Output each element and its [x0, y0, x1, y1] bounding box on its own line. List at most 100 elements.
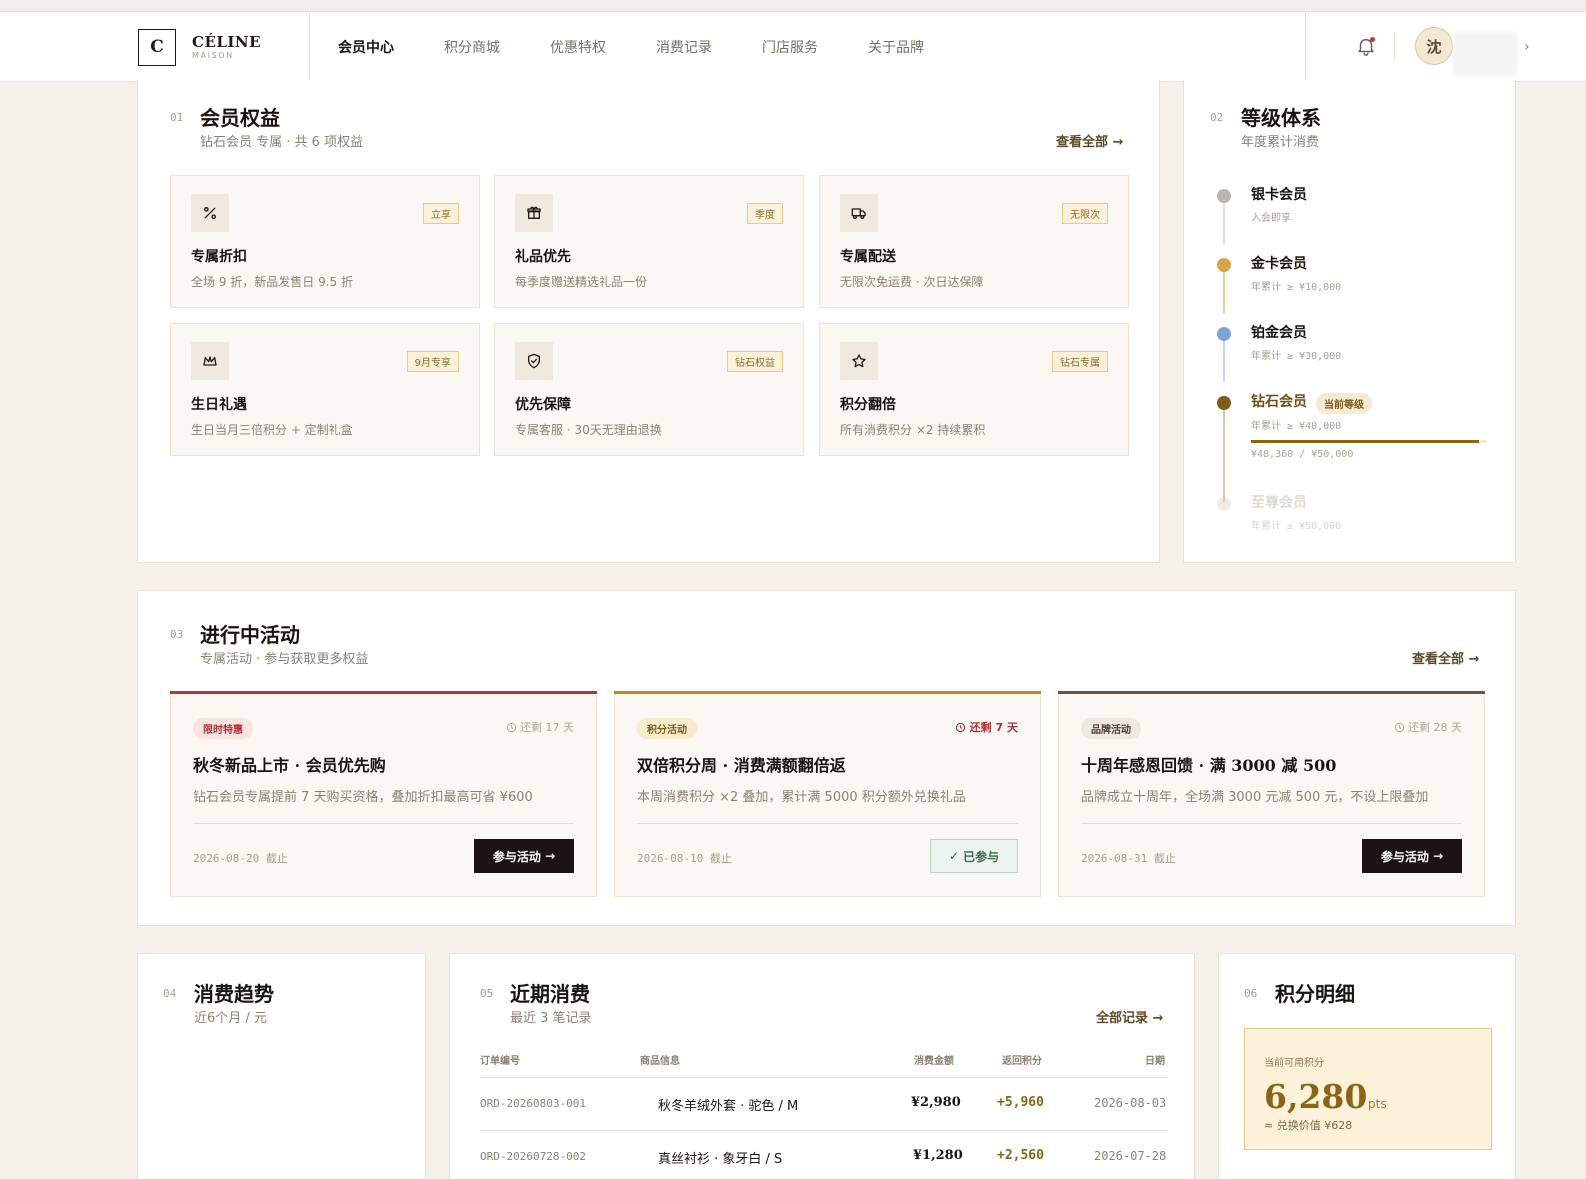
view-all-link[interactable]: 查看全部 → [1412, 648, 1479, 667]
view-all-label: 查看全部 [1056, 135, 1109, 150]
tier-requirement: 年累计 ≥ ¥50,000 [1251, 521, 1342, 532]
benefit-title: 专属折扣 [191, 249, 247, 265]
trend-card: 04 消费趋势 近6个月 / 元 [137, 953, 426, 1179]
tier-name: 金卡会员 [1251, 256, 1307, 272]
benefit-badge: 季度 [747, 203, 783, 224]
avatar[interactable]: 沈 [1415, 27, 1453, 65]
view-all-records-link[interactable]: 全部记录 → [1096, 1007, 1163, 1026]
order-date: 2026-07-28 [1094, 1149, 1167, 1163]
nav-item-points-mall[interactable]: 积分商城 [444, 37, 500, 57]
benefit-desc: 生日当月三倍积分 + 定制礼盒 [191, 423, 353, 437]
points-label: 当前可用积分 [1264, 1058, 1324, 1069]
nav-item-privileges[interactable]: 优惠特权 [550, 37, 606, 57]
chevron-right-icon[interactable]: › [1524, 39, 1530, 55]
view-all-label: 全部记录 [1096, 1011, 1149, 1026]
product-info: 秋冬羊绒外套 · 驼色 / M [658, 1099, 799, 1114]
points-card: 06 积分明细 当前可用积分 6,280 pts ≈ 兑换价值 ¥628 [1218, 953, 1516, 1179]
benefit-tile[interactable]: 钻石权益 优先保障 专属客服 · 30天无理由退换 [494, 323, 804, 456]
benefit-tile[interactable]: 立享 专属折扣 全场 9 折，新品发售日 9.5 折 [170, 175, 480, 308]
points-exchange-value: ≈ 兑换价值 ¥628 [1264, 1119, 1353, 1132]
section-title: 消费趋势 [194, 982, 274, 1006]
button-label: 参与活动 [492, 849, 541, 864]
benefit-title: 生日礼遇 [191, 397, 247, 413]
brand-logo[interactable]: C CÉLINE MAISON [138, 28, 261, 66]
join-activity-button[interactable]: 参与活动 → [1362, 839, 1462, 873]
activity-divider [193, 823, 574, 824]
time-left-text: 还剩 7 天 [969, 721, 1018, 734]
top-header: C CÉLINE MAISON 会员中心 积分商城 优惠特权 消费记录 门店服务… [0, 12, 1586, 82]
benefit-desc: 所有消费积分 ×2 持续累积 [840, 423, 986, 437]
clock-icon [1394, 722, 1404, 732]
benefits-card: 01 会员权益 钻石会员 专属 · 共 6 项权益 查看全部 → 立享 专属折扣… [137, 80, 1160, 563]
join-activity-button[interactable]: 参与活动 → [474, 839, 574, 873]
section-subtitle: 专属活动 · 参与获取更多权益 [200, 652, 369, 667]
tier-name: 铂金会员 [1251, 325, 1307, 341]
order-id: ORD-20260728-002 [480, 1150, 586, 1163]
header-divider [309, 12, 310, 82]
activity-divider [637, 823, 1018, 824]
section-title: 等级体系 [1241, 106, 1321, 130]
benefit-badge: 无限次 [1062, 203, 1108, 224]
activity-card[interactable]: 积分活动 还剩 7 天 双倍积分周 · 消费满额翻倍返 本周消费积分 ×2 叠加… [614, 691, 1041, 897]
tier-progress-bar [1251, 440, 1487, 443]
activity-time-left: 还剩 28 天 [1394, 719, 1462, 735]
section-number: 01 [170, 111, 184, 124]
points-unit: pts [1368, 1097, 1387, 1111]
joined-button[interactable]: ✓ 已参与 [930, 839, 1018, 873]
benefit-tile[interactable]: 无限次 专属配送 无限次免运费 · 次日达保障 [819, 175, 1129, 308]
nav-item-about-brand[interactable]: 关于品牌 [868, 37, 924, 57]
nav-item-store-service[interactable]: 门店服务 [762, 37, 818, 57]
nav-item-member-center[interactable]: 会员中心 [338, 37, 394, 57]
order-id: ORD-20260803-001 [480, 1097, 586, 1110]
arrow-right-icon: → [545, 849, 556, 863]
header-divider [1394, 32, 1395, 60]
activity-desc: 钻石会员专属提前 7 天购买资格，叠加折扣最高可省 ¥600 [193, 790, 533, 805]
tiers-card: 02 等级体系 年度累计消费 银卡会员 入会即享 金卡会员 年累计 ≥ ¥10,… [1183, 80, 1516, 563]
section-subtitle: 近6个月 / 元 [194, 1011, 267, 1026]
percent-icon [191, 194, 229, 232]
activity-tag: 积分活动 [637, 718, 697, 739]
user-name-blurred [1453, 32, 1518, 76]
activity-deadline: 2026-08-20 截止 [193, 852, 288, 865]
benefit-desc: 每季度赠送精选礼品一份 [515, 275, 648, 289]
gift-icon [515, 194, 553, 232]
points-earned: +5,960 [997, 1095, 1044, 1110]
activity-card[interactable]: 品牌活动 还剩 28 天 十周年感恩回馈 · 满 3000 减 500 品牌成立… [1058, 691, 1485, 897]
main-nav: 会员中心 积分商城 优惠特权 消费记录 门店服务 关于品牌 [338, 12, 974, 82]
section-number: 06 [1244, 987, 1258, 1000]
benefit-badge: 钻石专属 [1052, 351, 1108, 372]
section-subtitle: 年度累计消费 [1241, 135, 1320, 150]
column-header: 消费金额 [914, 1056, 954, 1067]
bell-icon[interactable] [1355, 35, 1377, 57]
view-all-link[interactable]: 查看全部 → [1056, 131, 1123, 150]
tier-connector [1223, 271, 1225, 313]
section-number: 04 [163, 987, 177, 1000]
clock-icon [506, 722, 516, 732]
activities-card: 03 进行中活动 专属活动 · 参与获取更多权益 查看全部 → 限时特惠 还剩 … [137, 590, 1516, 926]
activity-card[interactable]: 限时特惠 还剩 17 天 秋冬新品上市 · 会员优先购 钻石会员专属提前 7 天… [170, 691, 597, 897]
tier-name: 至尊会员 [1251, 495, 1307, 511]
benefit-tile[interactable]: 9月专享 生日礼遇 生日当月三倍积分 + 定制礼盒 [170, 323, 480, 456]
points-value: 6,280 [1264, 1077, 1368, 1116]
section-title: 会员权益 [200, 106, 280, 130]
amount: ¥1,280 [913, 1148, 963, 1163]
arrow-right-icon: → [1433, 849, 1444, 863]
section-number: 05 [480, 987, 494, 1000]
tier-requirement: 入会即享 [1251, 213, 1291, 224]
tier-name: 银卡会员 [1251, 187, 1307, 203]
tier-requirement: 年累计 ≥ ¥30,000 [1251, 351, 1342, 362]
amount: ¥2,980 [911, 1095, 961, 1110]
time-left-text: 还剩 28 天 [1408, 721, 1462, 734]
brand-mark: C [138, 28, 176, 66]
column-header: 日期 [1145, 1056, 1165, 1067]
section-subtitle: 钻石会员 专属 · 共 6 项权益 [200, 135, 364, 150]
benefit-tile[interactable]: 钻石专属 积分翻倍 所有消费积分 ×2 持续累积 [819, 323, 1129, 456]
star-icon [840, 342, 878, 380]
tier-connector [1223, 340, 1225, 382]
tier-name: 钻石会员 [1251, 394, 1307, 410]
activity-title: 十周年感恩回馈 · 满 3000 减 500 [1081, 756, 1337, 775]
crown-icon [191, 342, 229, 380]
nav-item-purchase-history[interactable]: 消费记录 [656, 37, 712, 57]
brand-sub: MAISON [192, 50, 234, 60]
benefit-tile[interactable]: 季度 礼品优先 每季度赠送精选礼品一份 [494, 175, 804, 308]
